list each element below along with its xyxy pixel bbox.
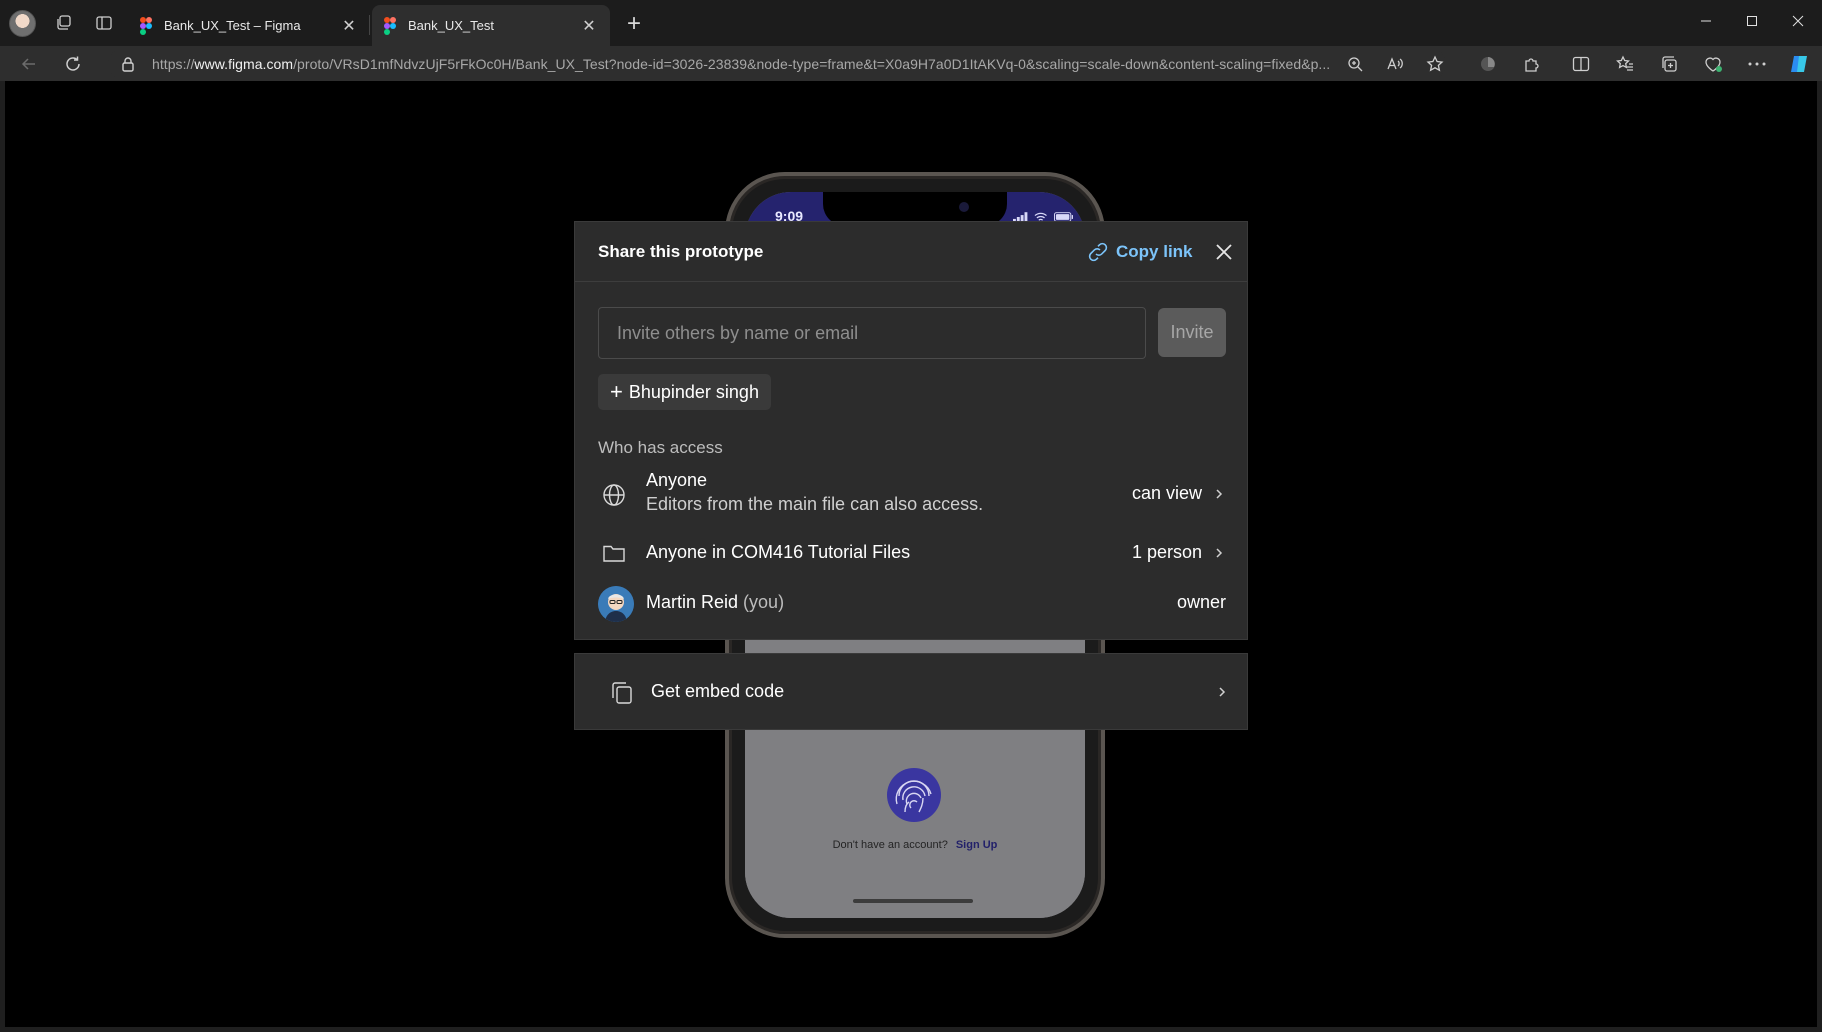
permission-label: can view — [1131, 483, 1202, 503]
tab-figma-file[interactable]: Bank_UX_Test – Figma ✕ — [128, 5, 370, 46]
vertical-tabs-icon[interactable] — [90, 9, 118, 37]
zoom-icon[interactable] — [1341, 50, 1369, 78]
favorites-list-icon[interactable] — [1611, 50, 1639, 78]
access-description: Editors from the main file can also acce… — [646, 494, 984, 514]
invite-button[interactable]: Invite — [1158, 308, 1226, 357]
access-name: Martin Reid — [646, 592, 739, 612]
no-account-text: Don't have an account? — [832, 839, 948, 851]
dialog-title: Share this prototype — [598, 242, 764, 261]
close-icon[interactable] — [1211, 239, 1237, 265]
access-row-anyone[interactable]: Anyone Editors from the main file can al… — [598, 470, 1226, 520]
minimize-icon[interactable] — [1683, 0, 1729, 42]
camera-icon — [959, 202, 969, 212]
suggested-user-name: Bhupinder singh — [628, 381, 759, 402]
get-embed-code-button[interactable]: Get embed code — [574, 653, 1248, 730]
copy-link-button[interactable]: Copy link — [1086, 238, 1193, 266]
tab-separator — [369, 15, 370, 35]
signup-link[interactable]: Sign Up — [956, 839, 998, 851]
folder-icon — [603, 545, 625, 562]
url-text[interactable]: https://www.figma.com/proto/VRsD1mfNdvzU… — [152, 56, 1446, 72]
avatar — [598, 586, 634, 622]
copy-embed-icon — [612, 682, 632, 704]
extension-icon[interactable] — [1474, 50, 1502, 78]
tab-close-icon[interactable]: ✕ — [580, 17, 598, 35]
refresh-icon[interactable] — [59, 50, 87, 78]
url-scheme: https:// — [152, 56, 195, 72]
copilot-icon[interactable] — [1785, 50, 1813, 78]
permission-label: 1 person — [1131, 542, 1202, 562]
collections-icon[interactable] — [1655, 50, 1683, 78]
fingerprint-icon[interactable] — [885, 766, 943, 824]
figma-icon — [140, 16, 154, 35]
prototype-viewport: Don't have an account? Sign Up 9:09 Share… — [5, 81, 1817, 1027]
share-dialog: Share this prototype Copy link Invite + … — [574, 221, 1248, 640]
profile-avatar[interactable] — [9, 10, 36, 37]
members-dropdown[interactable]: 1 person — [1132, 542, 1226, 563]
extensions-puzzle-icon[interactable] — [1518, 50, 1546, 78]
lock-icon[interactable] — [120, 56, 136, 72]
maximize-icon[interactable] — [1729, 0, 1775, 42]
url-host: www.figma.com — [194, 56, 294, 72]
link-icon — [1088, 242, 1108, 262]
address-bar[interactable]: https://www.figma.com/proto/VRsD1mfNdvzU… — [108, 48, 1446, 80]
invite-input[interactable] — [598, 307, 1146, 359]
split-screen-icon[interactable] — [1567, 50, 1595, 78]
workspaces-icon[interactable] — [50, 9, 78, 37]
new-tab-button[interactable]: + — [620, 10, 648, 38]
url-path: /proto/VRsD1mfNdvzUjF5rFkOc0H/Bank_UX_Te… — [293, 56, 1331, 72]
figma-icon — [384, 16, 398, 35]
plus-icon: + — [610, 379, 623, 404]
more-options-icon[interactable] — [1743, 50, 1771, 78]
globe-icon — [603, 484, 625, 506]
access-name: Anyone in COM416 Tutorial Files — [646, 542, 911, 562]
copy-link-label: Copy link — [1116, 242, 1193, 261]
permission-dropdown[interactable]: can view — [1132, 483, 1226, 504]
window-close-icon[interactable] — [1775, 0, 1821, 42]
read-aloud-icon[interactable] — [1381, 50, 1409, 78]
access-heading: Who has access — [598, 438, 723, 457]
chevron-right-icon — [1219, 687, 1226, 697]
dialog-header: Share this prototype Copy link — [575, 222, 1247, 282]
tab-prototype[interactable]: Bank_UX_Test ✕ — [372, 5, 610, 46]
tab-strip: Bank_UX_Test – Figma ✕ Bank_UX_Test ✕ + — [0, 0, 1822, 46]
browser-toolbar: https://www.figma.com/proto/VRsD1mfNdvzU… — [0, 46, 1822, 81]
favorite-star-icon[interactable] — [1421, 50, 1449, 78]
tab-title: Bank_UX_Test — [408, 18, 494, 33]
browser-essentials-icon[interactable] — [1699, 50, 1727, 78]
permission-label: owner — [1176, 592, 1226, 612]
access-row-team[interactable]: Anyone in COM416 Tutorial Files 1 person — [598, 538, 1226, 568]
owner-name-line: Martin Reid (you) — [646, 592, 784, 613]
suggested-user-chip[interactable]: + Bhupinder singh — [598, 374, 771, 410]
chevron-right-icon — [1216, 547, 1223, 558]
tab-close-icon[interactable]: ✕ — [340, 17, 358, 35]
access-name: Anyone — [646, 470, 708, 490]
you-qualifier: (you) — [743, 592, 785, 612]
access-row-owner: Martin Reid (you) owner — [598, 584, 1226, 624]
chevron-right-icon — [1216, 488, 1223, 499]
embed-label: Get embed code — [651, 681, 785, 701]
back-arrow-icon[interactable] — [15, 50, 43, 78]
signup-prompt: Don't have an account? Sign Up — [745, 839, 1085, 851]
tab-title: Bank_UX_Test – Figma — [164, 18, 301, 33]
home-indicator — [853, 899, 973, 903]
